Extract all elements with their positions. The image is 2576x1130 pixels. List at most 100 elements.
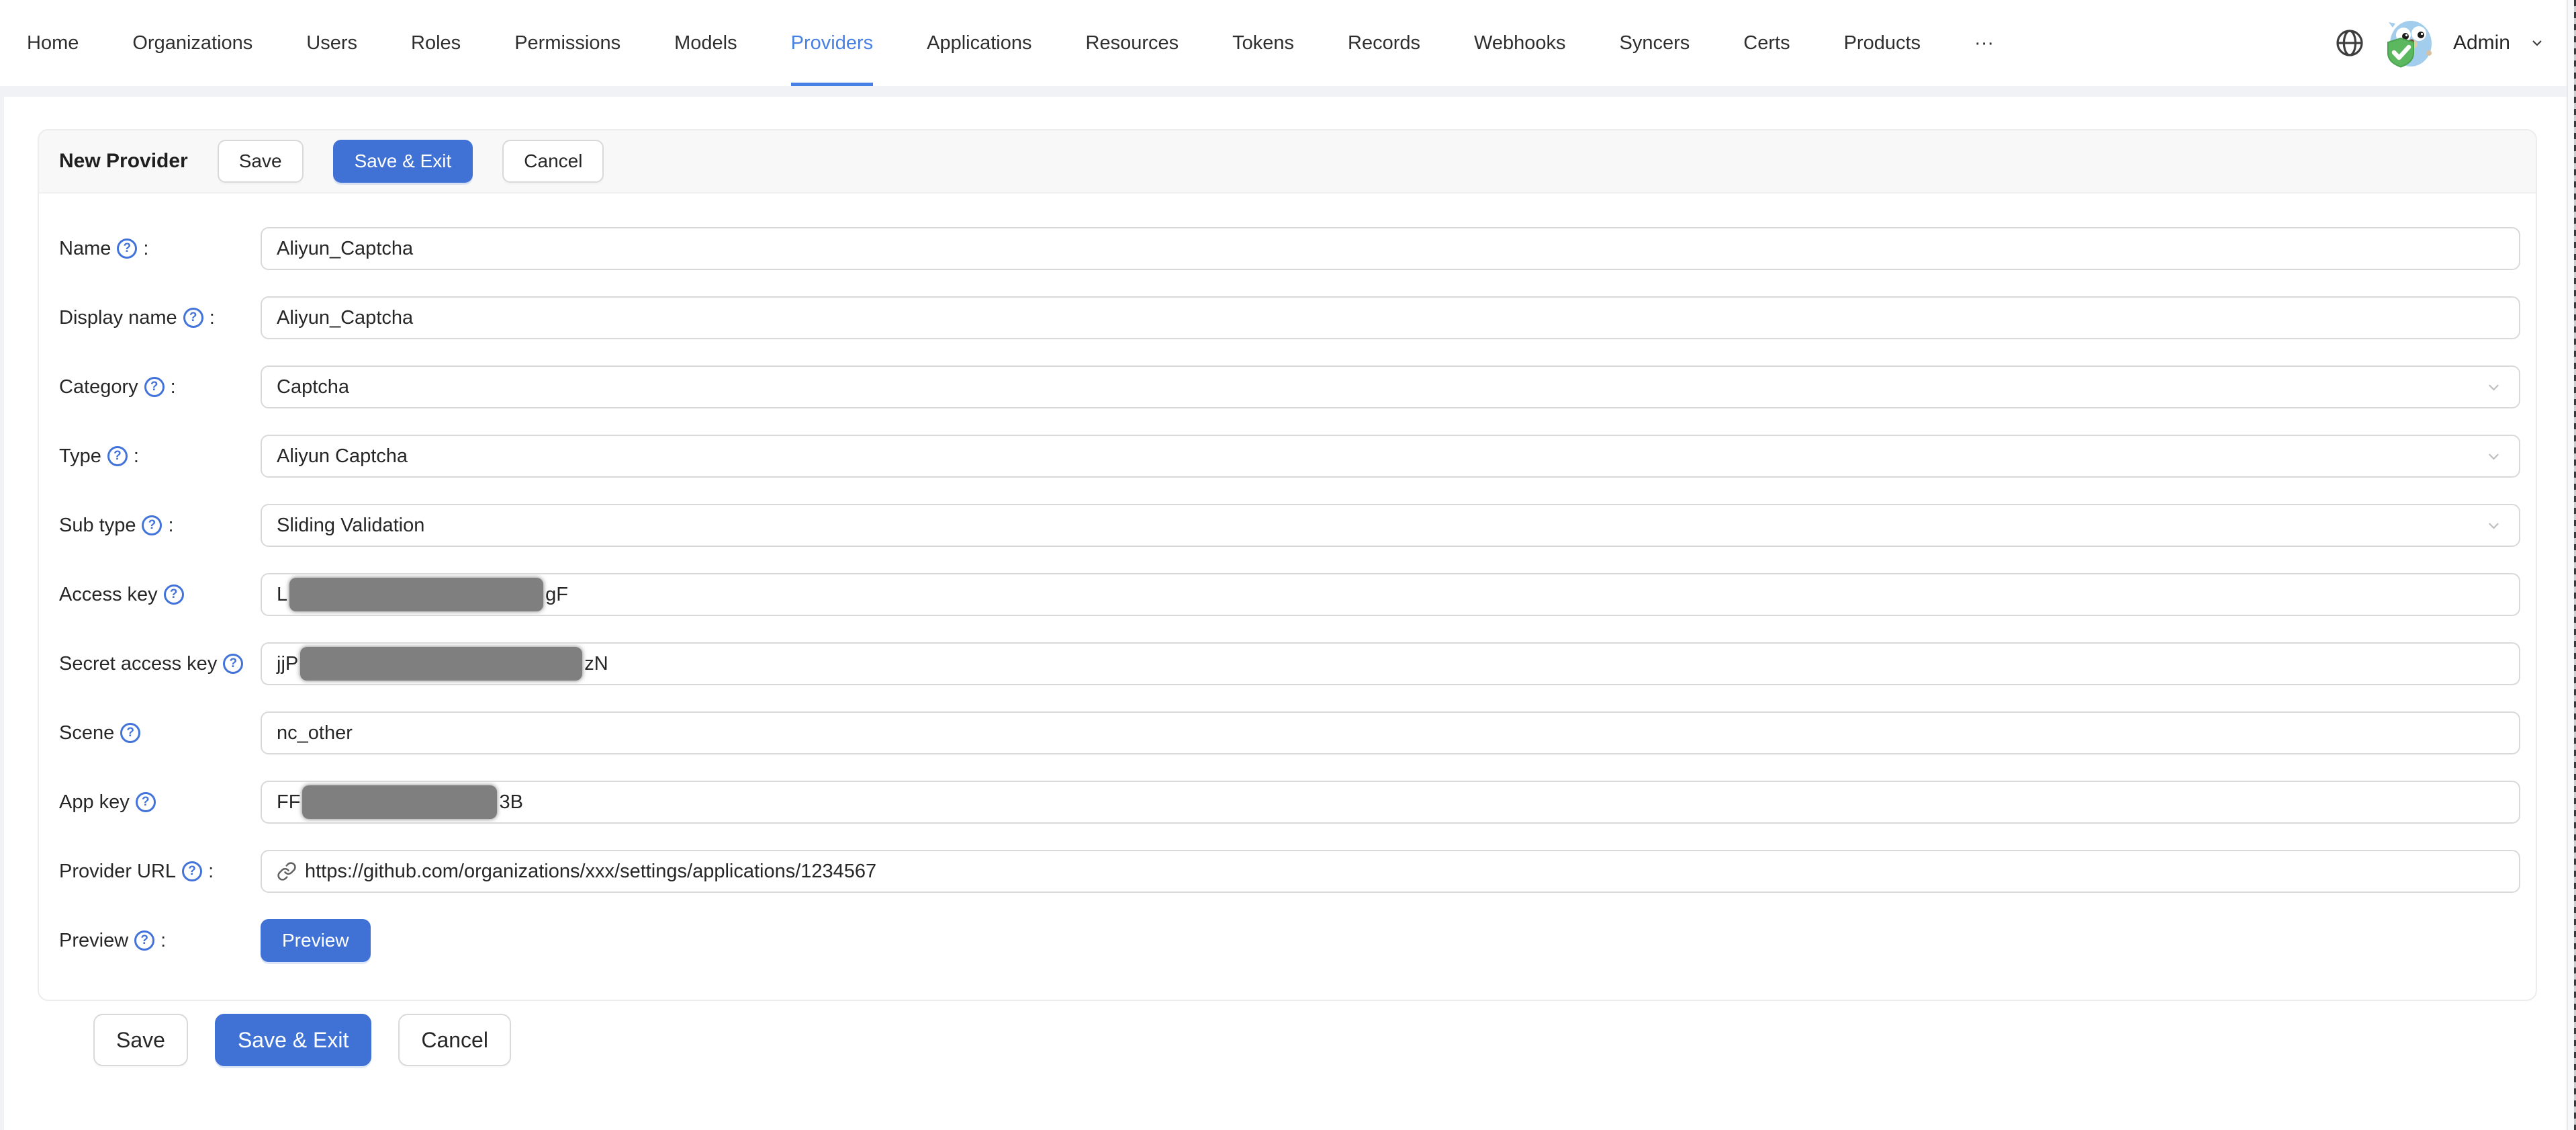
sub-type-select[interactable]: Sliding Validation [261, 504, 2520, 547]
access-key-value-prefix: L [277, 584, 287, 606]
secret-access-key-input[interactable]: jjPzN [261, 642, 2520, 685]
app-key-label: App key? [59, 791, 261, 814]
question-circle-icon[interactable]: ? [120, 723, 140, 743]
type-selected-value: Aliyun Captcha [277, 445, 2485, 468]
nav-more-button[interactable]: ··· [1974, 0, 1994, 86]
provider-form: Name?:Aliyun_CaptchaDisplay name?:Aliyun… [39, 193, 2536, 1000]
avatar[interactable] [2383, 18, 2433, 68]
form-row-type: Type?: Aliyun Captcha [59, 435, 2520, 478]
secret-access-key-control: jjPzN [261, 642, 2520, 685]
scene-input[interactable]: nc_other [261, 711, 2520, 754]
label-colon: : [210, 307, 215, 329]
provider-url-value: https://github.com/organizations/xxx/set… [305, 861, 876, 883]
provider-url-label-text: Provider URL [59, 861, 176, 883]
question-circle-icon[interactable]: ? [223, 654, 243, 674]
language-globe-icon[interactable] [2334, 27, 2366, 59]
nav-item-records[interactable]: Records [1348, 0, 1420, 86]
nav-item-products[interactable]: Products [1844, 0, 1921, 86]
sub-type-label: Sub type?: [59, 515, 261, 537]
form-row-access-key: Access key?LgF [59, 573, 2520, 616]
category-label-text: Category [59, 376, 138, 398]
question-circle-icon[interactable]: ? [182, 861, 202, 881]
access-key-label: Access key? [59, 584, 261, 606]
nav-item-permissions[interactable]: Permissions [514, 0, 620, 86]
provider-url-label: Provider URL?: [59, 861, 261, 883]
question-circle-icon[interactable]: ? [134, 930, 154, 951]
form-row-preview: Preview?:Preview [59, 919, 2520, 962]
save-exit-button[interactable]: Save & Exit [333, 140, 473, 183]
preview-label-text: Preview [59, 930, 128, 952]
nav-item-providers[interactable]: Providers [791, 0, 874, 86]
form-row-app-key: App key?FF3B [59, 781, 2520, 824]
save-exit-button-bottom[interactable]: Save & Exit [215, 1014, 371, 1066]
question-circle-icon[interactable]: ? [117, 238, 137, 259]
nav-item-roles[interactable]: Roles [411, 0, 461, 86]
nav-item-webhooks[interactable]: Webhooks [1474, 0, 1566, 86]
app-key-label-text: App key [59, 791, 130, 814]
redaction-bar [289, 578, 543, 611]
chevron-down-icon [2485, 447, 2503, 466]
name-input[interactable]: Aliyun_Captcha [261, 227, 2520, 270]
nav-item-models[interactable]: Models [674, 0, 737, 86]
nav-item-resources[interactable]: Resources [1086, 0, 1179, 86]
question-circle-icon[interactable]: ? [136, 792, 156, 812]
top-nav: Home Organizations Users Roles Permissions Mo… [0, 0, 2576, 86]
type-label: Type?: [59, 445, 261, 468]
label-colon: : [168, 515, 173, 537]
name-value: Aliyun_Captcha [277, 238, 413, 260]
label-colon: : [208, 861, 214, 883]
question-circle-icon[interactable]: ? [107, 446, 128, 466]
access-key-label-text: Access key [59, 584, 158, 606]
nav-item-users[interactable]: Users [306, 0, 357, 86]
question-circle-icon[interactable]: ? [142, 515, 162, 535]
name-label: Name?: [59, 238, 261, 260]
save-button-bottom[interactable]: Save [93, 1014, 188, 1066]
save-button[interactable]: Save [218, 140, 304, 183]
chevron-down-icon[interactable] [2529, 35, 2545, 51]
sub-type-label-text: Sub type [59, 515, 136, 537]
nav-item-certs[interactable]: Certs [1743, 0, 1790, 86]
category-control: Captcha [261, 365, 2520, 408]
nav-item-home[interactable]: Home [27, 0, 79, 86]
scene-control: nc_other [261, 711, 2520, 754]
cancel-button-bottom[interactable]: Cancel [398, 1014, 511, 1066]
chevron-down-icon [2485, 517, 2503, 535]
nav-item-syncers[interactable]: Syncers [1620, 0, 1690, 86]
app-key-input[interactable]: FF3B [261, 781, 2520, 824]
scene-label: Scene? [59, 722, 261, 744]
secret-access-key-label: Secret access key? [59, 653, 261, 675]
type-label-text: Type [59, 445, 101, 468]
display-name-input[interactable]: Aliyun_Captcha [261, 296, 2520, 339]
label-colon: : [134, 445, 139, 468]
form-row-scene: Scene? nc_other [59, 711, 2520, 754]
question-circle-icon[interactable]: ? [144, 377, 165, 397]
category-selected-value: Captcha [277, 376, 2485, 398]
category-select[interactable]: Captcha [261, 365, 2520, 408]
preview-control: Preview [261, 919, 2520, 962]
scene-value: nc_other [277, 722, 353, 744]
content-wrapper: New Provider Save Save & Exit Cancel Nam… [4, 97, 2567, 1130]
app-key-value-suffix: 3B [499, 791, 522, 814]
preview-button[interactable]: Preview [261, 919, 371, 962]
sub-type-selected-value: Sliding Validation [277, 515, 2485, 537]
provider-url-input[interactable]: https://github.com/organizations/xxx/set… [261, 850, 2520, 893]
form-row-name: Name?: Aliyun_Captcha [59, 227, 2520, 270]
form-row-secret-access-key: Secret access key?jjPzN [59, 642, 2520, 685]
access-key-input[interactable]: LgF [261, 573, 2520, 616]
nav-item-applications[interactable]: Applications [927, 0, 1031, 86]
nav-item-organizations[interactable]: Organizations [132, 0, 252, 86]
form-row-category: Category?: Captcha [59, 365, 2520, 408]
access-key-control: LgF [261, 573, 2520, 616]
display-name-value: Aliyun_Captcha [277, 307, 413, 329]
redaction-bar [302, 785, 497, 819]
type-select[interactable]: Aliyun Captcha [261, 435, 2520, 478]
label-colon: : [143, 238, 148, 260]
question-circle-icon[interactable]: ? [183, 308, 203, 328]
category-label: Category?: [59, 376, 261, 398]
nav-item-tokens[interactable]: Tokens [1232, 0, 1294, 86]
cancel-button[interactable]: Cancel [502, 140, 604, 183]
footer-actions: Save Save & Exit Cancel [93, 1014, 2567, 1066]
user-name[interactable]: Admin [2453, 32, 2510, 54]
redaction-bar [300, 647, 582, 681]
question-circle-icon[interactable]: ? [164, 584, 184, 605]
